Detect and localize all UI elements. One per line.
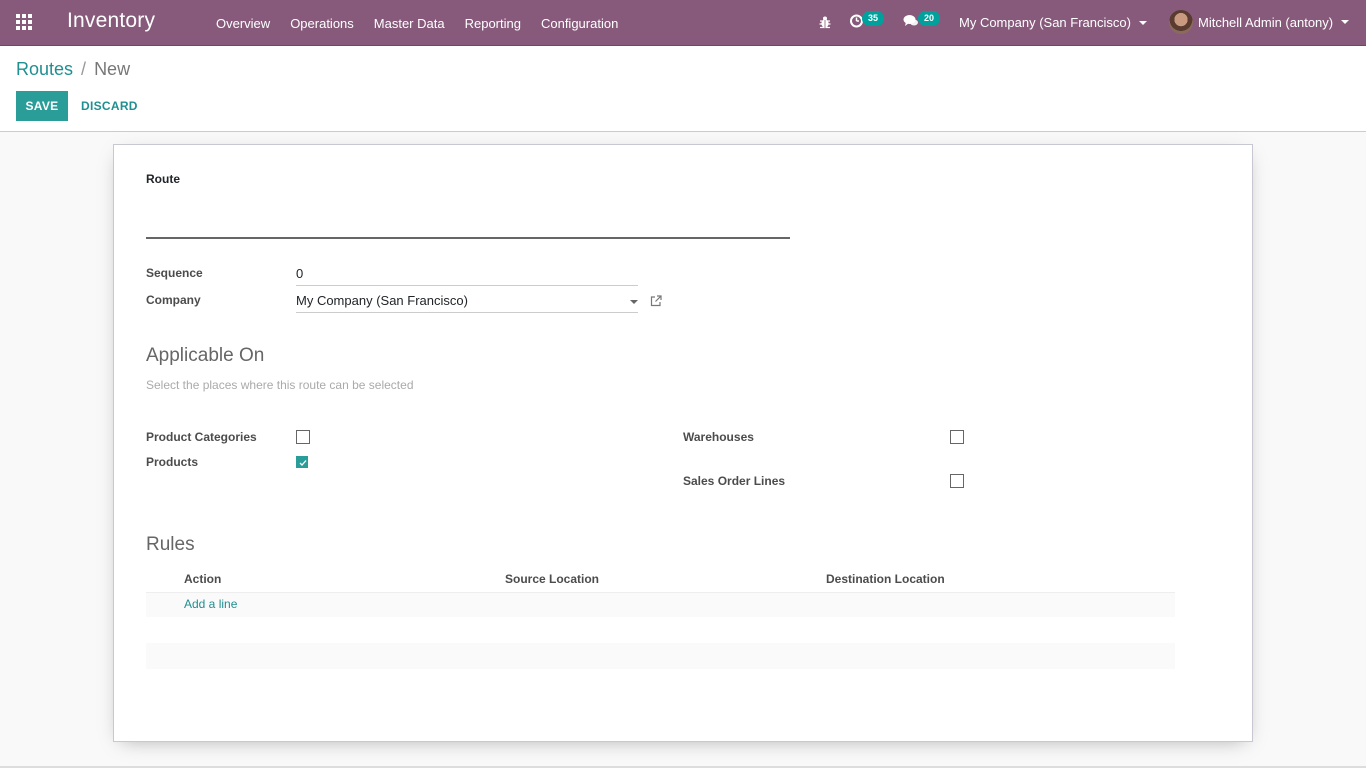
applicable-on-help: Select the places where this route can b…: [146, 378, 414, 392]
avatar: [1169, 10, 1193, 34]
route-label: Route: [146, 172, 180, 186]
external-link-icon[interactable]: [650, 295, 662, 307]
debug-bug-icon[interactable]: [818, 15, 832, 29]
breadcrumb-current: New: [94, 59, 131, 79]
menu-master-data[interactable]: Master Data: [364, 16, 455, 31]
company-select[interactable]: [296, 289, 638, 313]
warehouses-checkbox[interactable]: [950, 430, 964, 444]
chevron-down-icon: [1341, 20, 1350, 24]
add-line-row: Add a line: [146, 593, 1175, 617]
breadcrumb: Routes / New: [16, 59, 130, 80]
company-switcher-label: My Company (San Francisco): [959, 15, 1131, 30]
app-name: Inventory: [67, 9, 156, 32]
activity-button[interactable]: 35: [849, 11, 885, 28]
products-checkbox[interactable]: [296, 456, 308, 468]
rules-title: Rules: [146, 534, 195, 555]
activity-count-badge: 35: [862, 11, 885, 26]
breadcrumb-separator: /: [81, 59, 87, 79]
column-destination-location[interactable]: Destination Location: [826, 572, 945, 586]
products-label: Products: [146, 455, 199, 469]
main-menu: Overview Operations Master Data Reportin…: [206, 0, 628, 46]
sequence-label: Sequence: [146, 266, 203, 280]
messaging-button[interactable]: 20: [903, 11, 941, 28]
menu-operations[interactable]: Operations: [280, 16, 364, 31]
discard-button[interactable]: DISCARD: [74, 91, 145, 121]
product-categories-checkbox[interactable]: [296, 430, 310, 444]
checkmark-icon: [299, 460, 307, 466]
column-source-location[interactable]: Source Location: [505, 572, 599, 586]
product-categories-label: Product Categories: [146, 430, 257, 444]
dropdown-caret-icon[interactable]: [630, 300, 638, 304]
user-menu[interactable]: Mitchell Admin (antony): [1169, 10, 1350, 34]
warehouses-label: Warehouses: [683, 430, 754, 444]
control-panel: Routes / New SAVE DISCARD: [0, 46, 1366, 132]
sales-order-lines-label: Sales Order Lines: [683, 474, 786, 488]
form-sheet: Route Sequence Company Applicable On Sel…: [113, 144, 1253, 742]
sales-order-lines-checkbox[interactable]: [950, 474, 964, 488]
top-navbar: Inventory Overview Operations Master Dat…: [0, 0, 1366, 46]
apps-menu-icon[interactable]: [16, 14, 34, 30]
applicable-on-title: Applicable On: [146, 345, 265, 366]
sequence-input[interactable]: [296, 262, 638, 286]
company-switcher[interactable]: My Company (San Francisco): [959, 15, 1147, 30]
messages-count-badge: 20: [918, 11, 941, 26]
chat-bubbles-icon: [903, 15, 918, 26]
save-button[interactable]: SAVE: [16, 91, 68, 121]
breadcrumb-routes[interactable]: Routes: [16, 59, 73, 80]
rules-table-header: Action Source Location Destination Locat…: [146, 565, 1175, 593]
empty-table-row: [146, 643, 1175, 669]
route-name-input[interactable]: [146, 203, 790, 239]
menu-overview[interactable]: Overview: [206, 16, 280, 31]
column-action[interactable]: Action: [184, 572, 221, 586]
menu-configuration[interactable]: Configuration: [531, 16, 628, 31]
add-a-line-link[interactable]: Add a line: [184, 597, 237, 611]
menu-reporting[interactable]: Reporting: [455, 16, 531, 31]
company-label: Company: [146, 293, 201, 307]
chevron-down-icon: [1138, 20, 1147, 25]
user-name: Mitchell Admin (antony): [1198, 14, 1334, 30]
